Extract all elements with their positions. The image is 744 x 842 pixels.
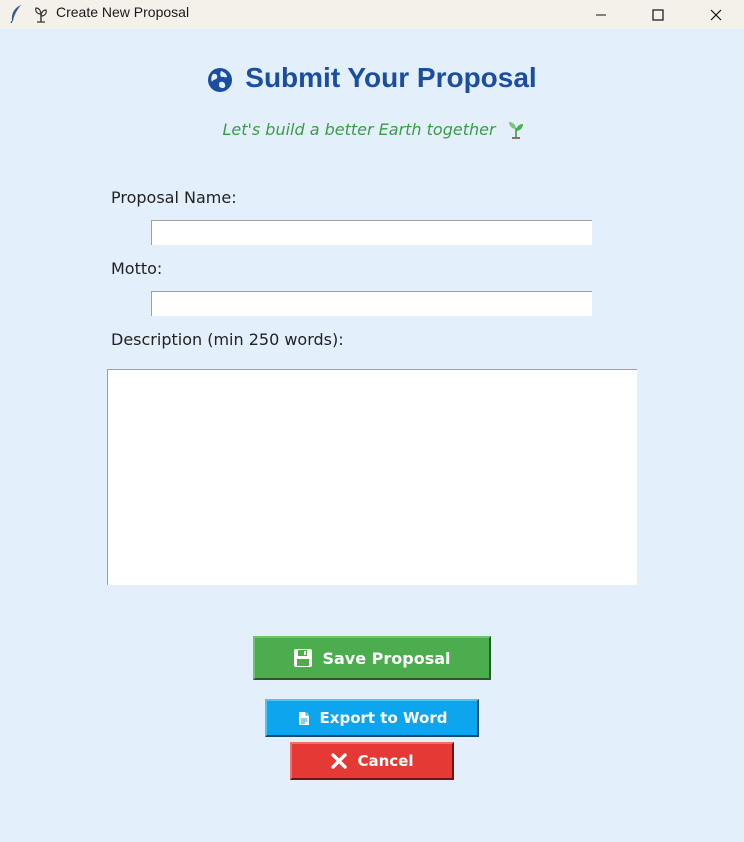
motto-input[interactable] <box>151 291 592 316</box>
proposal-name-label: Proposal Name: <box>111 188 237 207</box>
minimize-button[interactable] <box>578 0 624 29</box>
page-title: Submit Your Proposal <box>245 62 537 93</box>
globe-icon <box>208 68 233 92</box>
export-to-word-button[interactable]: Export to Word <box>265 699 479 737</box>
cancel-label: Cancel <box>357 752 414 770</box>
maximize-button[interactable] <box>635 0 681 29</box>
subtitle-row: Let's build a better Earth together <box>0 117 744 141</box>
close-icon <box>330 752 348 770</box>
title-bar: Create New Proposal <box>0 0 744 29</box>
save-proposal-label: Save Proposal <box>322 648 451 668</box>
close-window-icon <box>710 9 722 20</box>
feather-icon <box>10 5 21 24</box>
cancel-button[interactable]: Cancel <box>290 742 454 780</box>
document-icon <box>297 710 311 726</box>
close-window-button[interactable] <box>693 0 739 29</box>
export-to-word-label: Export to Word <box>319 709 448 727</box>
save-proposal-button[interactable]: Save Proposal <box>253 636 491 680</box>
proposal-name-input[interactable] <box>151 220 592 245</box>
header: Submit Your Proposal <box>0 60 744 96</box>
description-textarea[interactable] <box>107 369 637 585</box>
page-subtitle: Let's build a better Earth together <box>222 119 496 139</box>
motto-label: Motto: <box>111 259 163 278</box>
minimize-icon <box>596 14 606 15</box>
seedling-icon <box>508 122 523 139</box>
floppy-disk-icon <box>293 648 313 668</box>
description-label: Description (min 250 words): <box>111 330 344 349</box>
sprout-icon <box>35 7 47 23</box>
maximize-icon <box>652 8 664 21</box>
window-title: Create New Proposal <box>56 4 190 20</box>
